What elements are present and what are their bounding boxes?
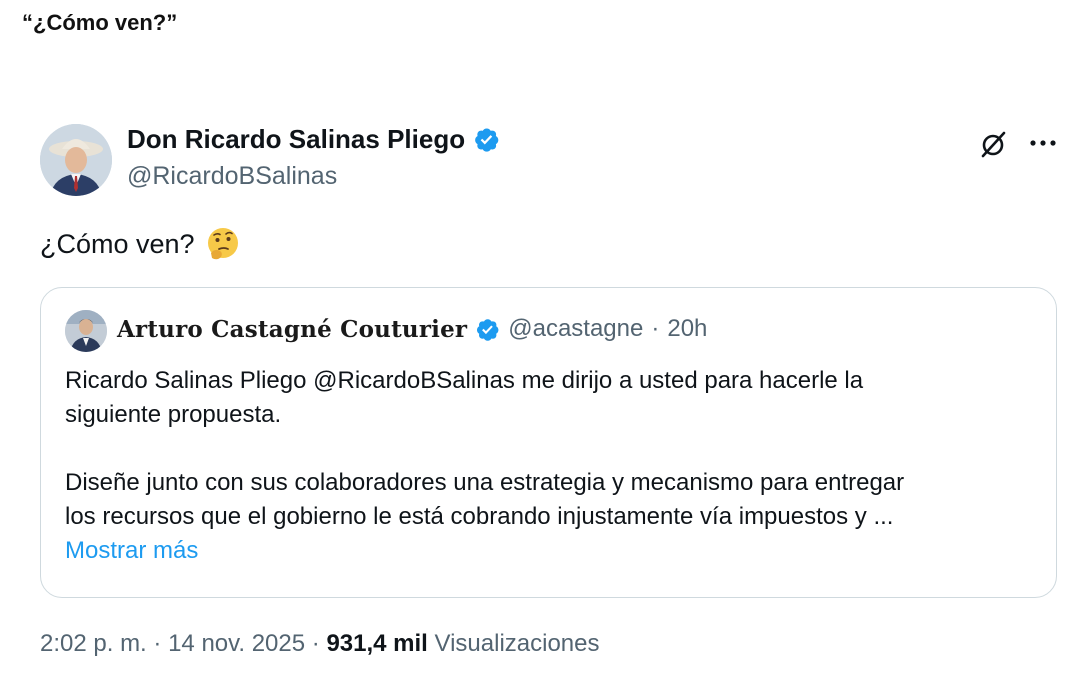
views-count[interactable]: 931,4 mil [326, 630, 427, 657]
tweet-date[interactable]: 14 nov. 2025 [168, 630, 305, 657]
author-name[interactable]: Don Ricardo Salinas Pliego [127, 124, 500, 155]
quoted-author-avatar[interactable] [65, 310, 107, 352]
tweet-text: ¿Cómo ven? [40, 226, 241, 262]
quoted-separator: · [651, 315, 660, 342]
footer-separator: · [153, 630, 162, 657]
quoted-avatar-image [65, 310, 107, 352]
footer-separator: · [311, 630, 320, 657]
quoted-text-line: siguiente propuesta. [65, 401, 282, 428]
author-handle[interactable]: @RicardoBSalinas [127, 162, 337, 191]
views-label[interactable]: Visualizaciones [435, 630, 600, 657]
quoted-tweet-body: Ricardo Salinas Pliego @RicardoBSalinas … [65, 364, 1040, 568]
tweet-time[interactable]: 2:02 p. m. [40, 630, 147, 657]
verified-badge-icon [473, 126, 500, 153]
quoted-text-line: Ricardo Salinas Pliego @RicardoBSalinas … [65, 367, 864, 394]
tweet-text-content: ¿Cómo ven? [40, 228, 195, 259]
quoted-time[interactable]: 20h [667, 315, 707, 343]
quoted-header: Arturo Castagné Couturier @acastagne · 2… [117, 315, 707, 343]
grok-icon[interactable] [978, 128, 1010, 160]
show-more-link[interactable]: Mostrar más [65, 534, 1040, 568]
quoted-text-line: los recursos que el gobierno le está cob… [65, 503, 894, 530]
thinking-face-icon [205, 226, 241, 262]
avatar-image [40, 124, 112, 196]
author-name-text[interactable]: Don Ricardo Salinas Pliego [127, 124, 465, 155]
quoted-text-line: Diseñe junto con sus colaboradores una e… [65, 469, 905, 496]
quoted-tweet-card[interactable]: Arturo Castagné Couturier @acastagne · 2… [40, 287, 1057, 598]
quoted-handle[interactable]: @acastagne [508, 315, 643, 343]
page: “¿Cómo ven?” Don Ricardo Salinas Pliego [0, 0, 1089, 685]
verified-badge-icon [475, 317, 500, 342]
more-options-icon[interactable] [1028, 130, 1058, 156]
quoted-author-name[interactable]: Arturo Castagné Couturier [117, 316, 467, 343]
tweet-footer: 2:02 p. m. · 14 nov. 2025 · 931,4 mil Vi… [40, 630, 600, 658]
tweet: Don Ricardo Salinas Pliego @RicardoBSali… [0, 0, 1089, 685]
author-avatar[interactable] [40, 124, 112, 196]
quoted-paragraph-gap [65, 432, 1040, 466]
